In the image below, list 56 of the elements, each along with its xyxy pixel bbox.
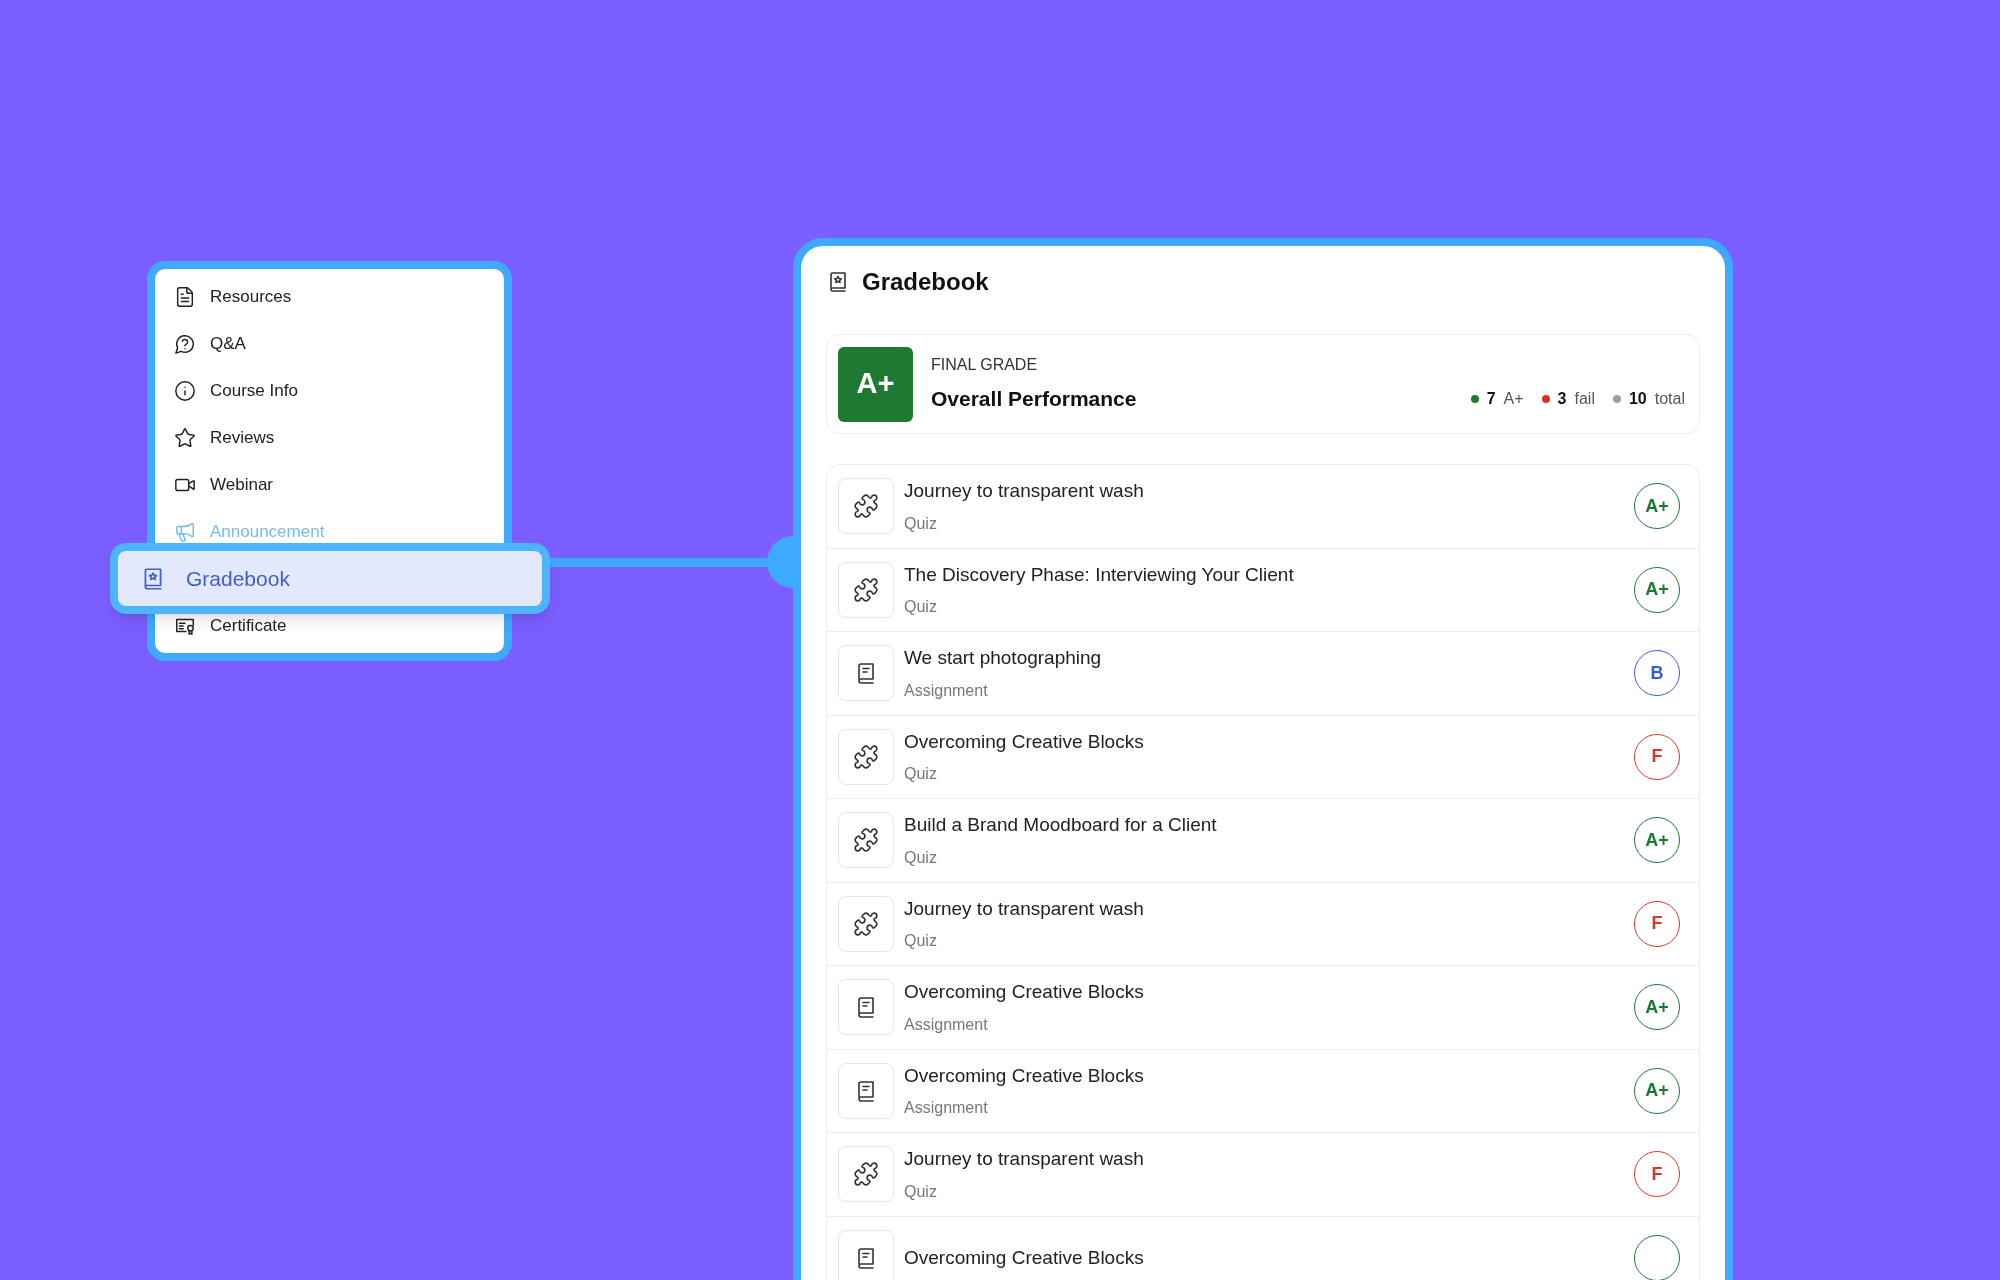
- menu-item[interactable]: Q&A: [155, 320, 504, 367]
- grade-row[interactable]: The Discovery Phase: Interviewing Your Client Quiz A+: [827, 548, 1699, 632]
- megaphone-icon: [174, 520, 196, 543]
- grade-row[interactable]: Journey to transparent wash Quiz F: [827, 1133, 1699, 1217]
- selected-menu-item[interactable]: Gradebook: [110, 543, 550, 614]
- question-icon: [174, 332, 196, 355]
- menu-item[interactable]: Resources: [155, 273, 504, 320]
- item-title: Overcoming Creative Blocks: [904, 980, 1144, 1004]
- summary-title: Overall Performance: [931, 386, 1137, 413]
- final-grade-tile: A+: [838, 346, 913, 422]
- stat-count: 7: [1486, 389, 1496, 409]
- grade-row[interactable]: Overcoming Creative Blocks Assignment A+: [827, 966, 1699, 1050]
- stat-label: total: [1654, 389, 1685, 409]
- item-type: Quiz: [904, 847, 938, 868]
- item-type: Quiz: [904, 513, 938, 534]
- puzzle-icon: [853, 910, 879, 937]
- star-icon: [174, 426, 196, 449]
- stat-label: fail: [1574, 389, 1595, 409]
- grade-row[interactable]: Journey to transparent wash Quiz F: [827, 882, 1699, 966]
- grade-row[interactable]: Overcoming Creative Blocks Quiz F: [827, 715, 1699, 799]
- grade-row[interactable]: Overcoming Creative Blocks Assignment A+: [827, 1049, 1699, 1133]
- menu-item[interactable]: Reviews: [155, 414, 504, 461]
- item-title: Journey to transparent wash: [904, 479, 1144, 503]
- puzzle-icon: [853, 827, 879, 854]
- document-icon: [174, 285, 196, 308]
- panel-title: Gradebook: [862, 267, 989, 297]
- puzzle-icon: [853, 493, 879, 520]
- grade-row[interactable]: Build a Brand Moodboard for a Client Quiz A+: [827, 799, 1699, 883]
- item-type: Assignment: [904, 680, 989, 701]
- stat-count: 10: [1628, 389, 1647, 409]
- puzzle-icon: [853, 1161, 879, 1188]
- grade-row[interactable]: Overcoming Creative Blocks: [827, 1216, 1699, 1280]
- item-title: Overcoming Creative Blocks: [904, 1063, 1144, 1088]
- info-icon: [174, 379, 196, 402]
- item-title: The Discovery Phase: Interviewing Your Client: [904, 562, 1294, 587]
- item-title: Build a Brand Moodboard for a Client: [904, 813, 1217, 837]
- menu-item[interactable]: Course Info: [155, 367, 504, 414]
- menu-item[interactable]: Webinar: [155, 461, 504, 508]
- item-title: Journey to transparent wash: [904, 1147, 1144, 1171]
- grade-row[interactable]: Journey to transparent wash Quiz A+: [827, 465, 1699, 549]
- item-title: We start photographing: [904, 646, 1102, 670]
- item-type: Quiz: [904, 1181, 938, 1202]
- puzzle-icon: [853, 576, 879, 603]
- item-type: Assignment: [904, 1098, 989, 1118]
- grade-row[interactable]: We start photographing Assignment B: [827, 632, 1699, 716]
- item-title: Journey to transparent wash: [904, 896, 1144, 921]
- item-type: Quiz: [904, 764, 938, 784]
- stat-count: 3: [1557, 389, 1567, 409]
- item-type: Quiz: [904, 931, 938, 951]
- puzzle-icon: [853, 743, 879, 770]
- item-title: Overcoming Creative Blocks: [904, 729, 1144, 754]
- item-type: Assignment: [904, 1014, 989, 1035]
- summary-label: FINAL GRADE: [931, 355, 1039, 376]
- stat-label: A+: [1503, 389, 1524, 409]
- item-type: Quiz: [904, 597, 938, 617]
- item-title: Overcoming Creative Blocks: [904, 1245, 1144, 1270]
